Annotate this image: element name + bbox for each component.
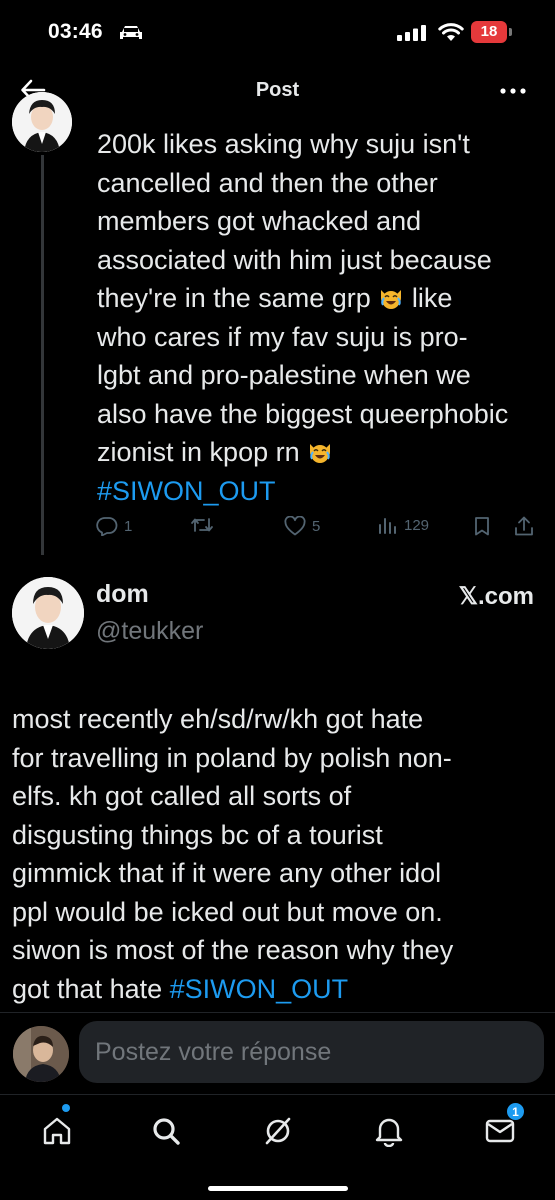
tweet-line: siwon is most of the reason why they (12, 935, 454, 965)
tweet-line-text: got that hate (12, 973, 163, 1004)
retweet-icon (191, 518, 213, 532)
home-notification-dot (62, 1104, 70, 1112)
like-count: 5 (312, 517, 321, 535)
tweet-line-text: zionist in kpop rn (97, 437, 300, 467)
tweet-line-text: they're in the same grp (97, 283, 371, 313)
search-icon (153, 1118, 180, 1145)
tweet-actions: 1 5 129 (96, 516, 541, 546)
page-title: Post (255, 79, 300, 101)
battery-indicator: 18 (471, 21, 507, 43)
author-name[interactable]: dom (96, 580, 149, 609)
view-count: 129 (404, 516, 430, 534)
like-button[interactable]: 5 (284, 516, 320, 536)
hashtag-link[interactable]: #SIWON_OUT (170, 974, 349, 1004)
crying-laughing-cat-emoji-icon (381, 290, 402, 309)
author-handle[interactable]: @teukker (96, 617, 203, 646)
reply-input[interactable]: Postez votre réponse (79, 1021, 544, 1083)
tweet-line: cancelled and then the other (97, 167, 438, 198)
bottom-tab-bar (0, 1094, 555, 1200)
tweet-line: most recently eh/sd/rw/kh got hate (12, 704, 424, 734)
tweet-line: also have the biggest queerphobic (97, 398, 509, 429)
avatar-image (12, 577, 84, 649)
reply-icon (96, 517, 118, 536)
bookmark-icon (475, 517, 489, 536)
tweet-line: associated with him just because (97, 244, 492, 275)
post-header: Post (0, 62, 555, 118)
thread-line (41, 155, 44, 555)
share-icon (515, 516, 533, 536)
retweet-button[interactable] (190, 516, 214, 534)
hashtag-link[interactable]: #SIWON_OUT (97, 472, 537, 511)
signal-icon (397, 25, 426, 41)
home-icon (43, 1117, 71, 1145)
avatar-image (12, 92, 72, 152)
tweet-line: 200k likes asking why suju isn't (97, 129, 470, 159)
views-icon (379, 518, 396, 534)
views-button[interactable]: 129 (378, 516, 429, 534)
user-avatar[interactable] (13, 1026, 69, 1082)
tweet-line: members got whacked and (97, 206, 422, 236)
messages-badge: 1 (506, 1102, 525, 1121)
reply-button[interactable]: 1 (96, 516, 132, 536)
tweet-line: elfs. kh got called all sorts of (12, 781, 352, 811)
source-badge: 𝕏.com (458, 583, 534, 610)
tweet-line: zionist in kpop rn (97, 433, 537, 472)
more-icon[interactable] (500, 88, 526, 94)
like-icon (284, 516, 306, 536)
avatar[interactable] (12, 577, 84, 649)
bookmark-button[interactable] (473, 516, 491, 536)
home-indicator (208, 1186, 348, 1191)
status-bar: 03:46 18 (0, 0, 555, 62)
tweet-text: most recently eh/sd/rw/kh got hate for t… (12, 700, 542, 1012)
tweet-line: ppl would be icked out but move on. (12, 896, 443, 927)
avatar[interactable] (12, 92, 72, 152)
car-icon (120, 26, 142, 39)
tweet-line: gimmick that if it were any other idol (12, 858, 442, 888)
bell-icon (375, 1118, 403, 1147)
tweet-line: they're in the same grp like (97, 279, 537, 318)
tweet-line: who cares if my fav suju is pro- (97, 321, 468, 352)
tweet-line-text: like (411, 283, 453, 313)
crying-laughing-cat-emoji-icon (310, 444, 331, 463)
tweet-line: got that hate #SIWON_OUT (12, 970, 542, 1009)
tab-search[interactable] (146, 1111, 186, 1151)
reply-count: 1 (124, 517, 133, 535)
wifi-icon (438, 23, 464, 41)
tweet-line: lgbt and pro-palestine when we (97, 360, 471, 390)
tweet-text: 200k likes asking why suju isn't cancell… (97, 125, 537, 510)
tweet-line: for travelling in poland by polish non- (12, 742, 452, 773)
status-time: 03:46 (48, 20, 103, 43)
share-button[interactable] (514, 516, 534, 536)
mail-icon (485, 1119, 515, 1143)
grok-icon (265, 1117, 291, 1145)
tweet-line: disgusting things bc of a tourist (12, 819, 383, 850)
battery-tip (509, 28, 512, 36)
tab-grok[interactable] (258, 1111, 298, 1151)
tab-home[interactable] (37, 1111, 77, 1151)
user-avatar-image (13, 1026, 69, 1082)
tab-notifications[interactable] (369, 1111, 409, 1151)
